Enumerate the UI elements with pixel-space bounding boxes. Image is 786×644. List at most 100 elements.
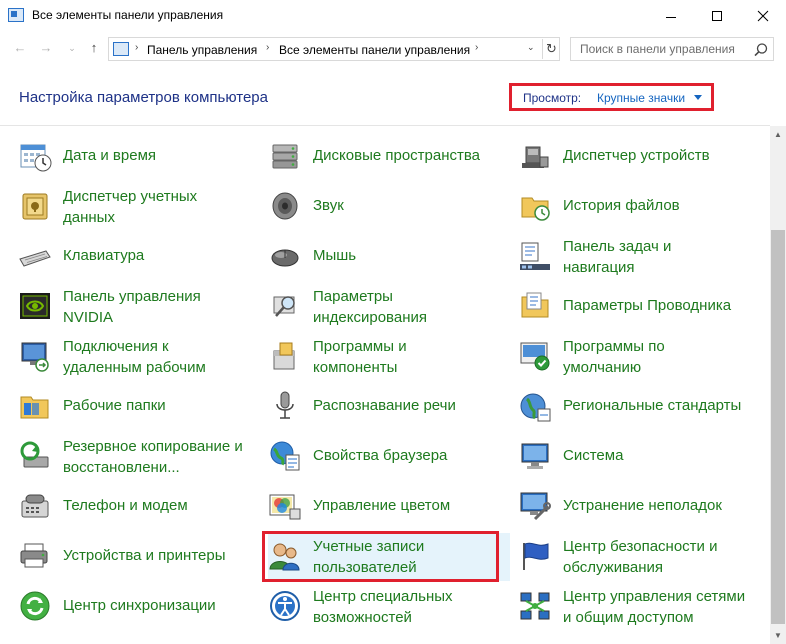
breadcrumb-separator[interactable]: › [475,42,478,53]
cp-item-troubleshooting[interactable]: Устранение неполадок [518,483,760,531]
troubleshooting-icon[interactable] [518,489,552,523]
cp-item-label[interactable]: Центр специальных возможностей [313,586,508,628]
search-icon[interactable] [753,42,769,58]
mouse-icon[interactable] [268,239,302,273]
cp-item-label[interactable]: Свойства браузера [313,445,508,466]
cp-item-label[interactable]: Клавиатура [63,245,258,266]
cp-item-color-management[interactable]: Управление цветом [268,483,510,531]
cp-item-label[interactable]: Резервное копирование и восстановлени... [63,436,258,478]
cp-item-label[interactable]: Программы и компоненты [313,336,508,378]
cp-item-label[interactable]: Мышь [313,245,508,266]
cp-item-label[interactable]: Центр синхронизации [63,595,258,616]
chevron-down-icon[interactable] [694,95,702,100]
cp-item-keyboard[interactable]: Клавиатура [18,233,260,281]
cp-item-label[interactable]: Телефон и модем [63,495,258,516]
calendar-clock-icon[interactable] [18,139,52,173]
cp-item-label[interactable]: Система [563,445,758,466]
cp-item-label[interactable]: Звук [313,195,508,216]
minimize-button[interactable] [648,0,694,32]
cp-item-label[interactable]: Программы по умолчанию [563,336,758,378]
programs-icon[interactable] [268,339,302,373]
cp-item-label[interactable]: Центр управления сетями и общим доступом [563,586,758,628]
cp-item-speaker[interactable]: Звук [268,183,510,231]
cp-item-remote-desktop[interactable]: Подключения к удаленным рабочим [18,333,260,381]
microphone-icon[interactable] [268,389,302,423]
cp-item-file-history[interactable]: История файлов [518,183,760,231]
forward-button[interactable]: → [36,38,56,58]
refresh-button[interactable]: ↻ [542,39,560,59]
cp-item-microphone[interactable]: Распознавание речи [268,383,510,431]
cp-item-mouse[interactable]: Мышь [268,233,510,281]
nvidia-icon[interactable] [18,289,52,323]
cp-item-calendar-clock[interactable]: Дата и время [18,133,260,181]
file-history-icon[interactable] [518,189,552,223]
cp-item-nvidia[interactable]: Панель управления NVIDIA [18,283,260,331]
cp-item-work-folders[interactable]: Рабочие папки [18,383,260,431]
address-dropdown-icon[interactable]: ⌄ [527,42,535,53]
storage-spaces-icon[interactable] [268,139,302,173]
scrollbar-thumb[interactable] [771,230,785,624]
cp-item-sync-center[interactable]: Центр синхронизации [18,583,260,631]
cp-item-label[interactable]: Устройства и принтеры [63,545,258,566]
cp-item-label[interactable]: Рабочие папки [63,395,258,416]
cp-item-security-flag[interactable]: Центр безопасности и обслуживания [518,533,760,581]
cp-item-label[interactable]: Панель задач и навигация [563,236,758,278]
cp-item-label[interactable]: Подключения к удаленным рабочим [63,336,258,378]
cp-item-label[interactable]: Распознавание речи [313,395,508,416]
keyboard-icon[interactable] [18,239,52,273]
cp-item-label[interactable]: Диспетчер устройств [563,145,758,166]
explorer-options-icon[interactable] [518,289,552,323]
work-folders-icon[interactable] [18,389,52,423]
breadcrumb-separator[interactable]: › [135,42,138,53]
sync-center-icon[interactable] [18,589,52,623]
cp-item-label[interactable]: История файлов [563,195,758,216]
taskbar-icon[interactable] [518,239,552,273]
phone-modem-icon[interactable] [18,489,52,523]
cp-item-label[interactable]: Региональные стандарты [563,395,758,416]
cp-item-backup-restore[interactable]: Резервное копирование и восстановлени... [18,433,260,481]
cp-item-label[interactable]: Управление цветом [313,495,508,516]
default-programs-icon[interactable] [518,339,552,373]
cp-item-programs[interactable]: Программы и компоненты [268,333,510,381]
indexing-icon[interactable] [268,289,302,323]
color-management-icon[interactable] [268,489,302,523]
cp-item-label[interactable]: Диспетчер учетных данных [63,186,258,228]
scroll-down-button[interactable]: ▼ [770,627,786,644]
cp-item-network-center[interactable]: Центр управления сетями и общим доступом [518,583,760,631]
search-input[interactable] [571,38,751,60]
cp-item-device-manager[interactable]: Диспетчер устройств [518,133,760,181]
cp-item-credential-vault[interactable]: Диспетчер учетных данных [18,183,260,231]
cp-item-label[interactable]: Центр безопасности и обслуживания [563,536,758,578]
cp-item-label[interactable]: Устранение неполадок [563,495,758,516]
view-by-selector[interactable]: Просмотр: Крупные значки [509,83,714,111]
back-button[interactable]: ← [10,38,30,58]
remote-desktop-icon[interactable] [18,339,52,373]
breadcrumb-control-panel[interactable]: Панель управления [147,43,257,57]
cp-item-explorer-options[interactable]: Параметры Проводника [518,283,760,331]
cp-item-default-programs[interactable]: Программы по умолчанию [518,333,760,381]
cp-item-accessibility[interactable]: Центр специальных возможностей [268,583,510,631]
cp-item-internet-options[interactable]: Свойства браузера [268,433,510,481]
cp-item-label[interactable]: Панель управления NVIDIA [63,286,258,328]
security-flag-icon[interactable] [518,539,552,573]
cp-item-label[interactable]: Дисковые пространства [313,145,508,166]
network-center-icon[interactable] [518,589,552,623]
cp-item-phone-modem[interactable]: Телефон и модем [18,483,260,531]
address-bar[interactable]: › Панель управления › Все элементы панел… [108,37,560,61]
cp-item-system[interactable]: Система [518,433,760,481]
view-by-value[interactable]: Крупные значки [597,91,685,105]
cp-item-storage-spaces[interactable]: Дисковые пространства [268,133,510,181]
cp-item-label[interactable]: Параметры Проводника [563,295,758,316]
cp-item-label[interactable]: Параметры индексирования [313,286,508,328]
device-manager-icon[interactable] [518,139,552,173]
cp-item-printer[interactable]: Устройства и принтеры [18,533,260,581]
printer-icon[interactable] [18,539,52,573]
cp-item-taskbar[interactable]: Панель задач и навигация [518,233,760,281]
close-button[interactable] [740,0,786,32]
maximize-button[interactable] [694,0,740,32]
recent-locations-button[interactable]: ⌄ [62,38,82,58]
credential-vault-icon[interactable] [18,189,52,223]
cp-item-indexing[interactable]: Параметры индексирования [268,283,510,331]
breadcrumb-all-items[interactable]: Все элементы панели управления [279,43,470,57]
breadcrumb-separator[interactable]: › [266,42,269,53]
